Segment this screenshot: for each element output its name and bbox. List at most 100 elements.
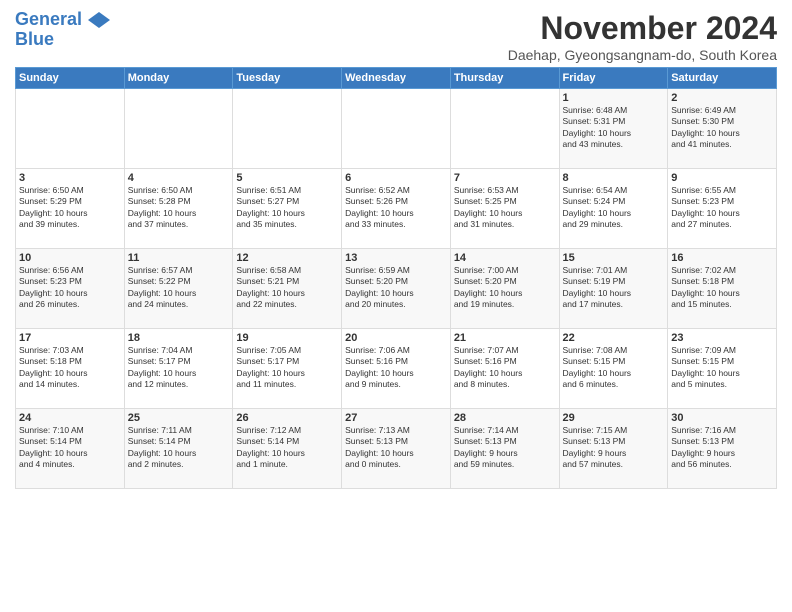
calendar-cell: 13Sunrise: 6:59 AM Sunset: 5:20 PM Dayli… — [342, 249, 451, 329]
calendar-cell: 12Sunrise: 6:58 AM Sunset: 5:21 PM Dayli… — [233, 249, 342, 329]
month-title: November 2024 — [508, 10, 777, 47]
day-info: Sunrise: 6:50 AM Sunset: 5:29 PM Dayligh… — [19, 185, 121, 231]
weekday-header: Saturday — [668, 68, 777, 89]
header: General Blue November 2024 Daehap, Gyeon… — [15, 10, 777, 63]
calendar-cell: 23Sunrise: 7:09 AM Sunset: 5:15 PM Dayli… — [668, 329, 777, 409]
day-info: Sunrise: 7:13 AM Sunset: 5:13 PM Dayligh… — [345, 425, 447, 471]
day-info: Sunrise: 7:15 AM Sunset: 5:13 PM Dayligh… — [563, 425, 665, 471]
day-info: Sunrise: 7:05 AM Sunset: 5:17 PM Dayligh… — [236, 345, 338, 391]
day-info: Sunrise: 7:02 AM Sunset: 5:18 PM Dayligh… — [671, 265, 773, 311]
day-number: 10 — [19, 252, 121, 264]
calendar-cell: 11Sunrise: 6:57 AM Sunset: 5:22 PM Dayli… — [124, 249, 233, 329]
header-row: SundayMondayTuesdayWednesdayThursdayFrid… — [16, 68, 777, 89]
day-number: 5 — [236, 172, 338, 184]
day-number: 14 — [454, 252, 556, 264]
day-info: Sunrise: 7:11 AM Sunset: 5:14 PM Dayligh… — [128, 425, 230, 471]
day-number: 1 — [563, 92, 665, 104]
calendar-cell — [342, 89, 451, 169]
day-info: Sunrise: 7:07 AM Sunset: 5:16 PM Dayligh… — [454, 345, 556, 391]
day-number: 12 — [236, 252, 338, 264]
day-number: 29 — [563, 412, 665, 424]
calendar-week-row: 24Sunrise: 7:10 AM Sunset: 5:14 PM Dayli… — [16, 409, 777, 489]
day-number: 24 — [19, 412, 121, 424]
calendar-cell: 28Sunrise: 7:14 AM Sunset: 5:13 PM Dayli… — [450, 409, 559, 489]
calendar-cell — [450, 89, 559, 169]
title-area: November 2024 Daehap, Gyeongsangnam-do, … — [508, 10, 777, 63]
calendar-week-row: 17Sunrise: 7:03 AM Sunset: 5:18 PM Dayli… — [16, 329, 777, 409]
weekday-header: Wednesday — [342, 68, 451, 89]
calendar-cell: 6Sunrise: 6:52 AM Sunset: 5:26 PM Daylig… — [342, 169, 451, 249]
day-info: Sunrise: 7:16 AM Sunset: 5:13 PM Dayligh… — [671, 425, 773, 471]
calendar-cell: 2Sunrise: 6:49 AM Sunset: 5:30 PM Daylig… — [668, 89, 777, 169]
day-info: Sunrise: 6:58 AM Sunset: 5:21 PM Dayligh… — [236, 265, 338, 311]
calendar-cell: 8Sunrise: 6:54 AM Sunset: 5:24 PM Daylig… — [559, 169, 668, 249]
day-number: 9 — [671, 172, 773, 184]
day-number: 16 — [671, 252, 773, 264]
day-number: 7 — [454, 172, 556, 184]
logo-text: General — [15, 10, 110, 30]
calendar-week-row: 10Sunrise: 6:56 AM Sunset: 5:23 PM Dayli… — [16, 249, 777, 329]
day-info: Sunrise: 7:14 AM Sunset: 5:13 PM Dayligh… — [454, 425, 556, 471]
day-number: 11 — [128, 252, 230, 264]
day-info: Sunrise: 7:00 AM Sunset: 5:20 PM Dayligh… — [454, 265, 556, 311]
calendar-cell: 5Sunrise: 6:51 AM Sunset: 5:27 PM Daylig… — [233, 169, 342, 249]
calendar-week-row: 3Sunrise: 6:50 AM Sunset: 5:29 PM Daylig… — [16, 169, 777, 249]
day-info: Sunrise: 6:49 AM Sunset: 5:30 PM Dayligh… — [671, 105, 773, 151]
calendar-cell: 7Sunrise: 6:53 AM Sunset: 5:25 PM Daylig… — [450, 169, 559, 249]
day-info: Sunrise: 7:10 AM Sunset: 5:14 PM Dayligh… — [19, 425, 121, 471]
calendar-cell: 17Sunrise: 7:03 AM Sunset: 5:18 PM Dayli… — [16, 329, 125, 409]
day-number: 6 — [345, 172, 447, 184]
weekday-header: Friday — [559, 68, 668, 89]
day-number: 22 — [563, 332, 665, 344]
day-info: Sunrise: 6:53 AM Sunset: 5:25 PM Dayligh… — [454, 185, 556, 231]
day-info: Sunrise: 7:09 AM Sunset: 5:15 PM Dayligh… — [671, 345, 773, 391]
day-info: Sunrise: 7:08 AM Sunset: 5:15 PM Dayligh… — [563, 345, 665, 391]
day-info: Sunrise: 6:54 AM Sunset: 5:24 PM Dayligh… — [563, 185, 665, 231]
calendar-cell: 20Sunrise: 7:06 AM Sunset: 5:16 PM Dayli… — [342, 329, 451, 409]
logo: General Blue — [15, 10, 110, 50]
day-info: Sunrise: 6:59 AM Sunset: 5:20 PM Dayligh… — [345, 265, 447, 311]
calendar-cell: 14Sunrise: 7:00 AM Sunset: 5:20 PM Dayli… — [450, 249, 559, 329]
calendar-table: SundayMondayTuesdayWednesdayThursdayFrid… — [15, 67, 777, 489]
calendar-cell: 22Sunrise: 7:08 AM Sunset: 5:15 PM Dayli… — [559, 329, 668, 409]
day-info: Sunrise: 6:55 AM Sunset: 5:23 PM Dayligh… — [671, 185, 773, 231]
weekday-header: Sunday — [16, 68, 125, 89]
day-info: Sunrise: 6:48 AM Sunset: 5:31 PM Dayligh… — [563, 105, 665, 151]
calendar-cell — [124, 89, 233, 169]
day-number: 15 — [563, 252, 665, 264]
day-number: 4 — [128, 172, 230, 184]
day-number: 8 — [563, 172, 665, 184]
day-info: Sunrise: 7:04 AM Sunset: 5:17 PM Dayligh… — [128, 345, 230, 391]
day-info: Sunrise: 6:51 AM Sunset: 5:27 PM Dayligh… — [236, 185, 338, 231]
day-number: 25 — [128, 412, 230, 424]
day-number: 17 — [19, 332, 121, 344]
calendar-cell — [16, 89, 125, 169]
day-info: Sunrise: 7:01 AM Sunset: 5:19 PM Dayligh… — [563, 265, 665, 311]
weekday-header: Tuesday — [233, 68, 342, 89]
calendar-cell: 4Sunrise: 6:50 AM Sunset: 5:28 PM Daylig… — [124, 169, 233, 249]
day-number: 3 — [19, 172, 121, 184]
day-number: 23 — [671, 332, 773, 344]
calendar-cell: 19Sunrise: 7:05 AM Sunset: 5:17 PM Dayli… — [233, 329, 342, 409]
day-number: 13 — [345, 252, 447, 264]
location: Daehap, Gyeongsangnam-do, South Korea — [508, 47, 777, 63]
day-number: 20 — [345, 332, 447, 344]
day-number: 27 — [345, 412, 447, 424]
day-number: 2 — [671, 92, 773, 104]
day-info: Sunrise: 7:03 AM Sunset: 5:18 PM Dayligh… — [19, 345, 121, 391]
calendar-cell: 29Sunrise: 7:15 AM Sunset: 5:13 PM Dayli… — [559, 409, 668, 489]
day-info: Sunrise: 6:57 AM Sunset: 5:22 PM Dayligh… — [128, 265, 230, 311]
calendar-week-row: 1Sunrise: 6:48 AM Sunset: 5:31 PM Daylig… — [16, 89, 777, 169]
calendar-cell: 26Sunrise: 7:12 AM Sunset: 5:14 PM Dayli… — [233, 409, 342, 489]
calendar-cell: 1Sunrise: 6:48 AM Sunset: 5:31 PM Daylig… — [559, 89, 668, 169]
logo-icon — [88, 12, 110, 28]
calendar-cell: 10Sunrise: 6:56 AM Sunset: 5:23 PM Dayli… — [16, 249, 125, 329]
day-info: Sunrise: 7:12 AM Sunset: 5:14 PM Dayligh… — [236, 425, 338, 471]
calendar-cell: 27Sunrise: 7:13 AM Sunset: 5:13 PM Dayli… — [342, 409, 451, 489]
day-info: Sunrise: 7:06 AM Sunset: 5:16 PM Dayligh… — [345, 345, 447, 391]
day-number: 26 — [236, 412, 338, 424]
calendar-cell: 18Sunrise: 7:04 AM Sunset: 5:17 PM Dayli… — [124, 329, 233, 409]
day-number: 30 — [671, 412, 773, 424]
day-number: 28 — [454, 412, 556, 424]
calendar-cell: 16Sunrise: 7:02 AM Sunset: 5:18 PM Dayli… — [668, 249, 777, 329]
